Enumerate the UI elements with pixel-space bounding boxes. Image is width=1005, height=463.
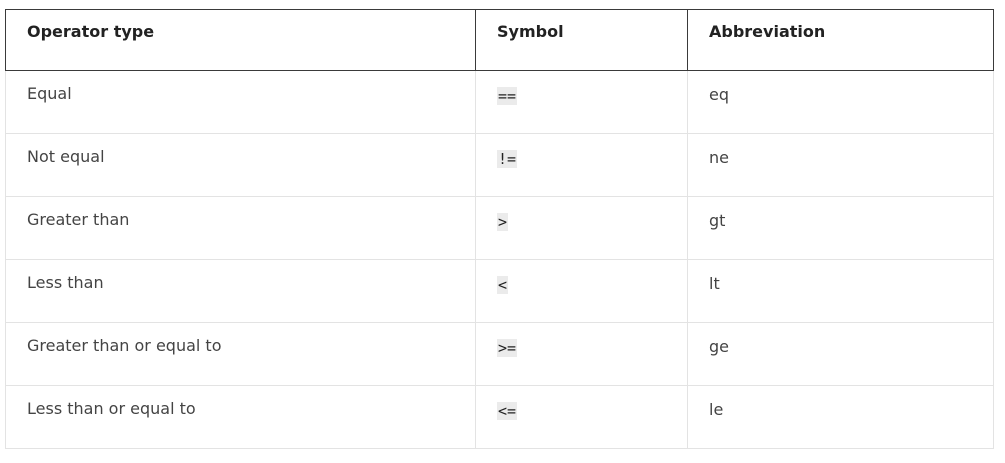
operator-type-cell: Equal	[5, 70, 476, 134]
symbol-code: ==	[497, 87, 518, 105]
symbol-code: >	[497, 213, 509, 231]
header-abbreviation: Abbreviation	[687, 9, 994, 71]
abbreviation-cell: ge	[687, 322, 994, 386]
comparison-operators-table: Operator type Symbol Abbreviation Equal …	[5, 9, 994, 449]
symbol-code: >=	[497, 339, 518, 357]
table-row: Not equal != ne	[5, 133, 994, 197]
symbol-cell: <	[475, 259, 688, 323]
abbreviation-cell: lt	[687, 259, 994, 323]
abbreviation-cell: eq	[687, 70, 994, 134]
table-row: Less than or equal to <= le	[5, 385, 994, 449]
operator-type-cell: Greater than	[5, 196, 476, 260]
abbreviation-cell: le	[687, 385, 994, 449]
symbol-cell: !=	[475, 133, 688, 197]
abbreviation-cell: ne	[687, 133, 994, 197]
symbol-cell: ==	[475, 70, 688, 134]
table-row: Greater than > gt	[5, 196, 994, 260]
table-header: Operator type Symbol Abbreviation	[5, 9, 994, 71]
symbol-code: <=	[497, 402, 518, 420]
operator-type-cell: Less than	[5, 259, 476, 323]
symbol-cell: >	[475, 196, 688, 260]
operator-type-cell: Less than or equal to	[5, 385, 476, 449]
symbol-code: !=	[497, 150, 518, 168]
abbreviation-cell: gt	[687, 196, 994, 260]
header-symbol: Symbol	[475, 9, 688, 71]
table-row: Equal == eq	[5, 70, 994, 134]
symbol-code: <	[497, 276, 509, 294]
header-operator-type: Operator type	[5, 9, 476, 71]
table-row: Less than < lt	[5, 259, 994, 323]
symbol-cell: <=	[475, 385, 688, 449]
table-body: Equal == eq Not equal != ne Greater than…	[5, 70, 994, 449]
operator-type-cell: Greater than or equal to	[5, 322, 476, 386]
symbol-cell: >=	[475, 322, 688, 386]
table-row: Greater than or equal to >= ge	[5, 322, 994, 386]
header-row: Operator type Symbol Abbreviation	[5, 9, 994, 71]
operator-type-cell: Not equal	[5, 133, 476, 197]
